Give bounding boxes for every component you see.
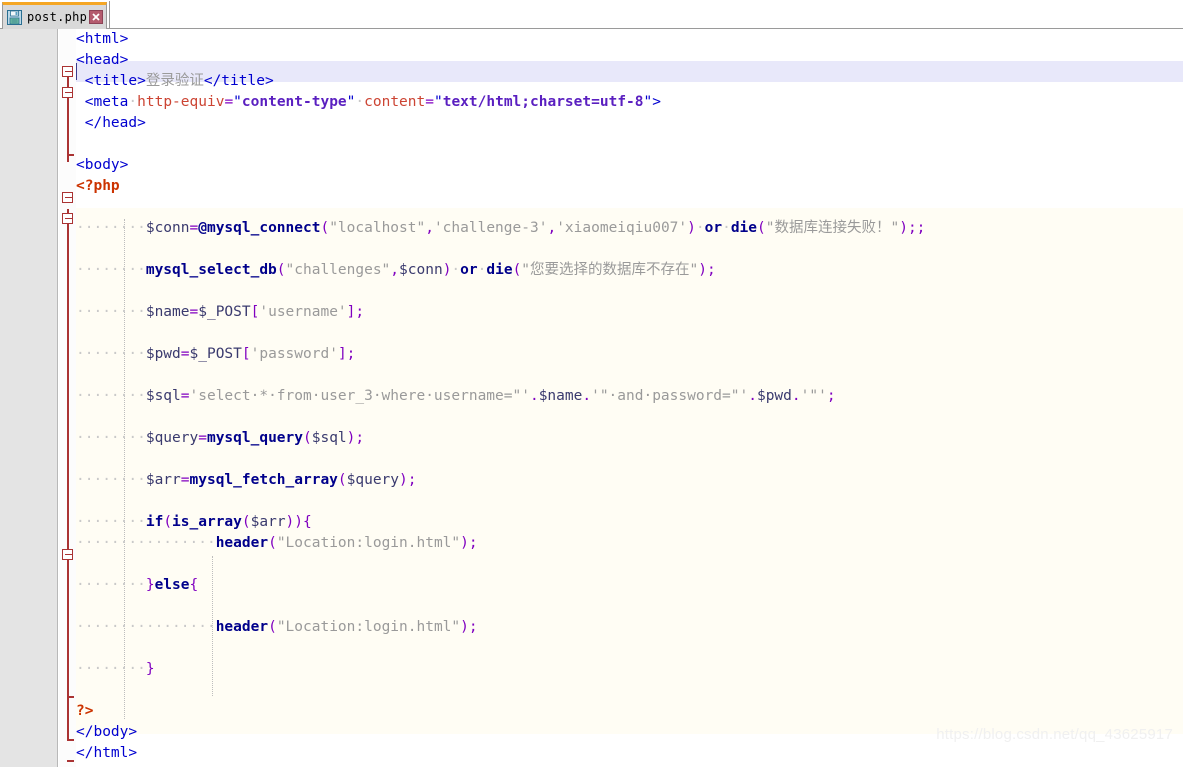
code-line[interactable]: 23 bbox=[0, 491, 1183, 530]
fold-marker-line-7[interactable] bbox=[62, 192, 73, 203]
code-line[interactable]: 28 bbox=[0, 596, 1183, 635]
fold-marker-line-1[interactable] bbox=[62, 66, 73, 77]
code-line[interactable]: 9 bbox=[0, 197, 1183, 236]
line-content: <html> bbox=[76, 31, 129, 47]
code-lines: 1 <html> 2 <head> 3 <title>登录验证</title> … bbox=[0, 29, 1183, 767]
text-caret bbox=[76, 63, 77, 80]
code-line[interactable]: 31 ········} bbox=[0, 659, 1183, 698]
line-content: ········} bbox=[76, 661, 155, 677]
line-content: ················header("Location:login.h… bbox=[76, 535, 478, 551]
code-line[interactable]: 30 bbox=[0, 638, 1183, 677]
code-line[interactable]: 8 <?php bbox=[0, 176, 1183, 215]
fold-marker-line-2[interactable] bbox=[62, 87, 73, 98]
line-content: <?php bbox=[76, 178, 120, 194]
fold-rail-body bbox=[67, 209, 69, 739]
line-content: <body> bbox=[76, 157, 129, 173]
code-line[interactable]: 3 <title>登录验证</title> bbox=[0, 71, 1183, 110]
code-line[interactable]: 14 ········$name=$_POST['username']; bbox=[0, 302, 1183, 341]
line-content: <title>登录验证</title> bbox=[84, 73, 274, 89]
fold-rail-head bbox=[67, 72, 69, 162]
watermark: https://blog.csdn.net/qq_43625917 bbox=[936, 726, 1173, 743]
tab-bar-empty-area bbox=[109, 1, 1183, 28]
code-line[interactable]: 12 ········mysql_select_db("challenges",… bbox=[0, 260, 1183, 299]
code-line[interactable]: 4 <meta·http-equiv="content-type"·conten… bbox=[0, 92, 1183, 131]
fold-marker-line-8[interactable] bbox=[62, 213, 73, 224]
code-line[interactable]: 22 ········$arr=mysql_fetch_array($query… bbox=[0, 470, 1183, 509]
line-content: ········$query=mysql_query($sql); bbox=[76, 430, 365, 446]
line-content: </body> bbox=[76, 724, 138, 740]
code-line[interactable]: 26 bbox=[0, 554, 1183, 593]
code-line[interactable]: 10 ········$conn=@mysql_connect("localho… bbox=[0, 218, 1183, 257]
line-content: ?> bbox=[76, 703, 94, 719]
line-content: ········}else{ bbox=[76, 577, 199, 593]
code-line[interactable]: 16 ········$pwd=$_POST['password']; bbox=[0, 344, 1183, 383]
save-floppy-icon bbox=[7, 9, 22, 25]
tab-post-php[interactable]: post.php bbox=[2, 2, 108, 29]
fold-end-line-34 bbox=[67, 760, 74, 762]
code-line[interactable]: 17 bbox=[0, 365, 1183, 404]
line-content: ········$name=$_POST['username']; bbox=[76, 304, 365, 320]
code-line[interactable]: 32 bbox=[0, 680, 1183, 719]
line-content: ········$arr=mysql_fetch_array($query); bbox=[76, 472, 417, 488]
code-line[interactable]: 29 ················header("Location:logi… bbox=[0, 617, 1183, 656]
tab-bar: post.php bbox=[0, 0, 1183, 29]
line-content: ········if(is_array($arr)){ bbox=[76, 514, 312, 530]
code-line[interactable]: 24 ········if(is_array($arr)){ bbox=[0, 512, 1183, 551]
line-content: ················header("Location:login.h… bbox=[76, 619, 478, 635]
line-content: ········$conn=@mysql_connect("localhost"… bbox=[76, 220, 926, 236]
code-line[interactable]: 21 bbox=[0, 449, 1183, 488]
code-line[interactable]: 27 ········}else{ bbox=[0, 575, 1183, 614]
fold-end-line-5 bbox=[67, 154, 74, 156]
line-content: </html> bbox=[76, 745, 138, 761]
line-content: <head> bbox=[76, 52, 129, 68]
code-line[interactable]: 33 ?> bbox=[0, 701, 1183, 740]
code-line[interactable]: 13 bbox=[0, 281, 1183, 320]
code-line[interactable]: 19 bbox=[0, 407, 1183, 446]
code-line[interactable]: 7 <body> bbox=[0, 155, 1183, 194]
code-line[interactable]: 18 ········$sql='select·*·from·user_3·wh… bbox=[0, 386, 1183, 425]
code-line[interactable]: 25 ················header("Location:logi… bbox=[0, 533, 1183, 572]
line-content: ········$sql='select·*·from·user_3·where… bbox=[76, 388, 836, 404]
line-content: ········$pwd=$_POST['password']; bbox=[76, 346, 356, 362]
code-line[interactable]: 6 bbox=[0, 134, 1183, 173]
fold-end-line-31 bbox=[67, 696, 74, 698]
close-icon[interactable] bbox=[89, 10, 104, 24]
code-line[interactable]: 11 bbox=[0, 239, 1183, 278]
code-editor[interactable]: 1 <html> 2 <head> 3 <title>登录验证</title> … bbox=[0, 29, 1183, 767]
tab-label: post.php bbox=[27, 10, 88, 24]
code-line[interactable]: 5 </head> bbox=[0, 113, 1183, 152]
line-content: </head> bbox=[84, 115, 146, 131]
code-line[interactable]: 15 bbox=[0, 323, 1183, 362]
code-line[interactable]: 35 </html> bbox=[0, 743, 1183, 767]
code-line[interactable]: 1 <html> bbox=[0, 29, 1183, 68]
line-number-gutter bbox=[0, 29, 58, 767]
fold-marker-line-24[interactable] bbox=[62, 549, 73, 560]
code-line[interactable]: 20 ········$query=mysql_query($sql); bbox=[0, 428, 1183, 467]
code-line[interactable]: 2 <head> bbox=[0, 50, 1183, 89]
line-content: <meta·http-equiv="content-type"·content=… bbox=[84, 94, 661, 110]
fold-end-line-33 bbox=[67, 739, 74, 741]
line-content: ········mysql_select_db("challenges",$co… bbox=[76, 262, 716, 278]
